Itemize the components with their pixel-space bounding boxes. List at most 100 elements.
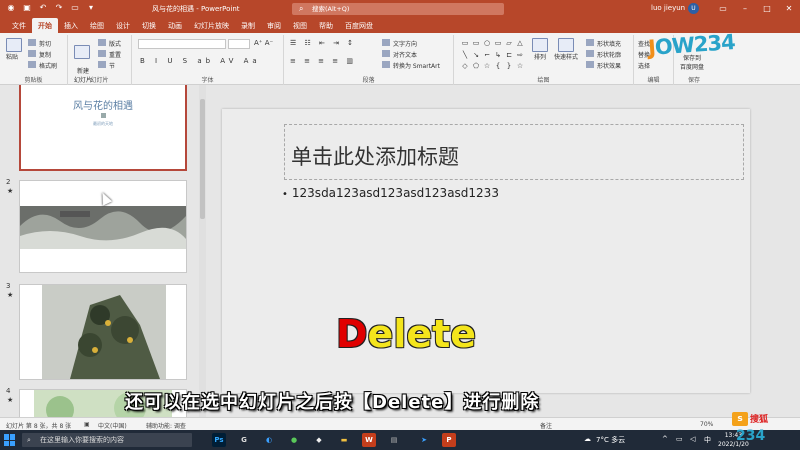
chrome-icon[interactable]: G: [237, 433, 251, 447]
current-slide[interactable]: 单击此处添加标题 • 123sda123asd123asd123asd1233 D…: [222, 109, 750, 393]
tab-animations[interactable]: 动画: [162, 18, 188, 33]
slides-group: 新建 幻灯片 版式 重置 节 幻灯片: [68, 35, 132, 85]
network-icon[interactable]: ▭: [676, 435, 683, 443]
wechat-icon[interactable]: ●: [287, 433, 301, 447]
tab-design[interactable]: 设计: [110, 18, 136, 33]
thumbnail-scrollbar[interactable]: [199, 85, 206, 417]
tab-slideshow[interactable]: 幻灯片放映: [188, 18, 235, 33]
delete-key-overlay: Delete: [336, 312, 476, 356]
tab-record[interactable]: 录制: [235, 18, 261, 33]
weather-text[interactable]: 7°C 多云: [596, 435, 625, 445]
paste-button[interactable]: 粘贴: [6, 38, 22, 61]
maximize-icon[interactable]: □: [760, 2, 774, 16]
autosave-icon[interactable]: ◉: [6, 3, 16, 13]
sohu-brand: 搜狐: [750, 415, 769, 425]
shape-outline-label: 形状轮廓: [597, 52, 622, 59]
search-box[interactable]: ⌕ 搜索(Alt+Q): [292, 3, 504, 15]
customize-icon[interactable]: ▾: [86, 3, 96, 13]
notes-button[interactable]: 备注: [540, 421, 552, 430]
accessibility-status[interactable]: 辅助功能: 调查: [146, 421, 186, 430]
content-bullet[interactable]: • 123sda123asd123asd123asd1233: [282, 186, 499, 200]
text-direction-label: 文字方向: [393, 41, 418, 48]
shape-outline-icon: [586, 50, 594, 57]
smartart-button[interactable]: 转换为 SmartArt: [382, 61, 440, 70]
minimize-icon[interactable]: –: [738, 2, 752, 16]
shape-fill-button[interactable]: 形状填充: [586, 39, 621, 48]
grow-font-icon[interactable]: A⁺ A⁻: [254, 39, 273, 47]
edge-icon[interactable]: ◐: [262, 433, 276, 447]
folder-icon[interactable]: ▬: [337, 433, 351, 447]
align-buttons[interactable]: ≡ ≡ ≡ ≡ ▥: [290, 57, 356, 65]
arrange-button[interactable]: 排列: [532, 38, 548, 61]
user-name[interactable]: luo jieyun: [651, 4, 685, 12]
send-icon[interactable]: ➤: [417, 433, 431, 447]
slide-thumbnail-3[interactable]: [19, 284, 187, 380]
slide-star-2: ★: [7, 187, 14, 195]
shape-outline-button[interactable]: 形状轮廓: [586, 50, 621, 59]
copy-button[interactable]: 复制: [28, 50, 51, 59]
photoshop-icon[interactable]: Ps: [212, 433, 226, 447]
font-size-combo[interactable]: [228, 39, 250, 49]
tab-review[interactable]: 审阅: [261, 18, 287, 33]
tab-baidu[interactable]: 百度网盘: [339, 18, 379, 33]
ime-indicator[interactable]: 中: [704, 435, 711, 445]
tab-home[interactable]: 开始: [32, 18, 58, 33]
taskbar-search[interactable]: ⌕ 在这里输入你要搜索的内容: [22, 433, 192, 447]
windows-start-icon[interactable]: [4, 434, 16, 446]
paste-icon: [6, 38, 22, 52]
zoom-level[interactable]: 70%: [700, 421, 713, 428]
powerpoint-taskbar-icon[interactable]: P: [442, 433, 456, 447]
tray-chevron-icon[interactable]: ^: [662, 435, 668, 443]
volume-icon[interactable]: ◁: [690, 435, 695, 443]
tab-help[interactable]: 帮助: [313, 18, 339, 33]
sohu-logo: s 搜狐 234: [732, 412, 794, 446]
save-icon[interactable]: ▣: [22, 3, 32, 13]
list-buttons[interactable]: ☰ ☷ ⇤ ⇥ ↕: [290, 39, 356, 47]
title-bar: ◉ ▣ ↶ ↷ ▭ ▾ 风与花的相遇 - PowerPoint ⌕ 搜索(Alt…: [0, 0, 800, 18]
shape-effects-button[interactable]: 形状效果: [586, 61, 621, 70]
slides-group-label: 幻灯片: [90, 77, 109, 84]
spellcheck-icon[interactable]: ▣: [84, 421, 90, 428]
align-text-icon: [382, 50, 390, 57]
align-text-button[interactable]: 对齐文本: [382, 50, 417, 59]
text-direction-button[interactable]: 文字方向: [382, 39, 417, 48]
font-group: A⁺ A⁻ B I U S ab AV Aa 字体: [132, 35, 284, 85]
paste-label: 粘贴: [6, 54, 19, 61]
bullet-icon: •: [282, 189, 288, 200]
redo-icon[interactable]: ↷: [54, 3, 64, 13]
smartart-icon: [382, 61, 390, 68]
select-button[interactable]: 选择: [638, 61, 650, 70]
undo-icon[interactable]: ↶: [38, 3, 48, 13]
font-style-buttons[interactable]: B I U S ab AV Aa: [140, 57, 261, 65]
paragraph-group-label: 段落: [362, 77, 375, 84]
layout-button[interactable]: 版式: [98, 39, 121, 48]
copy-label: 复制: [39, 52, 52, 59]
wps-icon[interactable]: W: [362, 433, 376, 447]
tab-transitions[interactable]: 切换: [136, 18, 162, 33]
title-placeholder[interactable]: 单击此处添加标题: [284, 124, 744, 180]
cut-button[interactable]: 剪切: [28, 39, 51, 48]
font-name-combo[interactable]: [138, 39, 226, 49]
format-painter-button[interactable]: 格式刷: [28, 61, 57, 70]
scrollbar-thumb[interactable]: [200, 99, 205, 219]
section-button[interactable]: 节: [98, 61, 115, 70]
avatar[interactable]: U: [688, 3, 699, 14]
slide-star-4: ★: [7, 396, 14, 404]
slide-thumbnail-1[interactable]: 风与花的相遇 最初的天地: [19, 85, 187, 171]
tab-insert[interactable]: 插入: [58, 18, 84, 33]
language-status[interactable]: 中文(中国): [98, 421, 127, 430]
close-icon[interactable]: ✕: [782, 2, 796, 16]
tab-view[interactable]: 视图: [287, 18, 313, 33]
present-icon[interactable]: ▭: [70, 3, 80, 13]
tab-file[interactable]: 文件: [6, 18, 32, 33]
ribbon-display-icon[interactable]: ▭: [716, 2, 730, 16]
weather-icon[interactable]: ☁: [584, 435, 591, 443]
slide-number-4: 4: [6, 387, 11, 395]
shapes-gallery[interactable]: ▭ ▭ ○ ▭ ▱ △ ╲ ↘ ⌐ ↳ ⊏ ⇨ ◇ ⬠ ☆{} ☆: [460, 39, 524, 73]
quick-styles-button[interactable]: 快速样式: [554, 38, 578, 61]
slide-thumbnail-pane[interactable]: 风与花的相遇 最初的天地 2 ★ 3 ★ 4 ★: [0, 85, 206, 417]
app-icon[interactable]: ▤: [387, 433, 401, 447]
reset-button[interactable]: 重置: [98, 50, 121, 59]
qq-icon[interactable]: ◆: [312, 433, 326, 447]
tab-draw[interactable]: 绘图: [84, 18, 110, 33]
